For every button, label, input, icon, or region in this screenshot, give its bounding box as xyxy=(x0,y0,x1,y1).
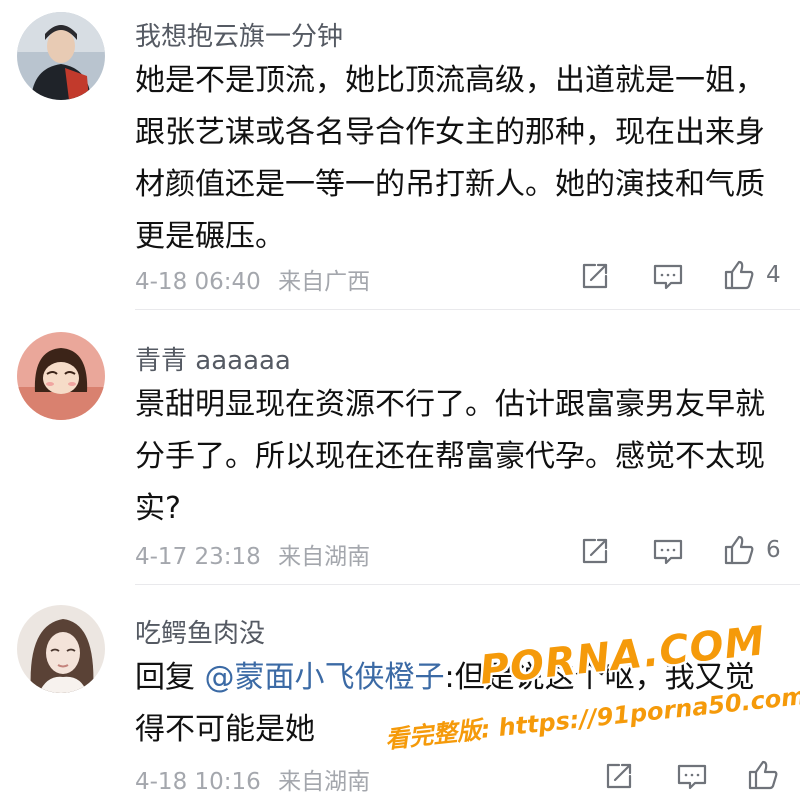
avatar[interactable] xyxy=(17,332,105,420)
comment-item: 吃鳄鱼肉没 回复 @蒙面小飞侠橙子:但是说这个呕，我又觉得不可能是她 4-18 … xyxy=(0,585,800,805)
comment-item: 青青 aaaaaa 景甜明显现在资源不行了。估计跟富豪男友早就分手了。所以现在还… xyxy=(0,310,800,585)
reply-prefix: 回复 xyxy=(135,660,195,695)
comment-text: 回复 @蒙面小飞侠橙子:但是说这个呕，我又觉得不可能是她 xyxy=(135,652,765,756)
comment-meta: 4-17 23:18 来自湖南 xyxy=(135,537,370,571)
username[interactable]: 我想抱云旗一分钟 xyxy=(135,16,343,53)
avatar[interactable] xyxy=(17,605,105,693)
share-icon[interactable] xyxy=(602,759,636,793)
comment-meta: 4-18 10:16 来自湖南 xyxy=(135,762,370,796)
thumbs-up-icon[interactable] xyxy=(722,258,756,292)
username[interactable]: 青青 aaaaaa xyxy=(135,340,291,377)
mention-link[interactable]: @蒙面小飞侠橙子 xyxy=(205,660,445,695)
comment-icon[interactable] xyxy=(675,759,709,793)
avatar[interactable] xyxy=(17,12,105,100)
comment-date: 4-18 06:40 xyxy=(135,269,261,295)
thumbs-up-icon[interactable] xyxy=(722,533,756,567)
like-count: 6 xyxy=(766,537,781,563)
comment-meta: 4-18 06:40 来自广西 xyxy=(135,262,370,296)
username[interactable]: 吃鳄鱼肉没 xyxy=(135,613,265,650)
comment-location: 来自广西 xyxy=(278,269,371,295)
comment-icon[interactable] xyxy=(651,259,685,293)
share-icon[interactable] xyxy=(578,259,612,293)
like-count: 4 xyxy=(766,262,781,288)
comment-icon[interactable] xyxy=(651,534,685,568)
comment-item: 我想抱云旗一分钟 她是不是顶流，她比顶流高级，出道就是一姐，跟张艺谋或各名导合作… xyxy=(0,0,800,305)
comment-date: 4-18 10:16 xyxy=(135,769,261,795)
comment-location: 来自湖南 xyxy=(278,769,371,795)
comment-location: 来自湖南 xyxy=(278,544,371,570)
comment-date: 4-17 23:18 xyxy=(135,544,261,570)
share-icon[interactable] xyxy=(578,534,612,568)
thumbs-up-icon[interactable] xyxy=(746,758,780,792)
comment-text: 景甜明显现在资源不行了。估计跟富豪男友早就分手了。所以现在还在帮富豪代孕。感觉不… xyxy=(135,387,765,526)
comment-text: 她是不是顶流，她比顶流高级，出道就是一姐，跟张艺谋或各名导合作女主的那种，现在出… xyxy=(135,63,765,254)
